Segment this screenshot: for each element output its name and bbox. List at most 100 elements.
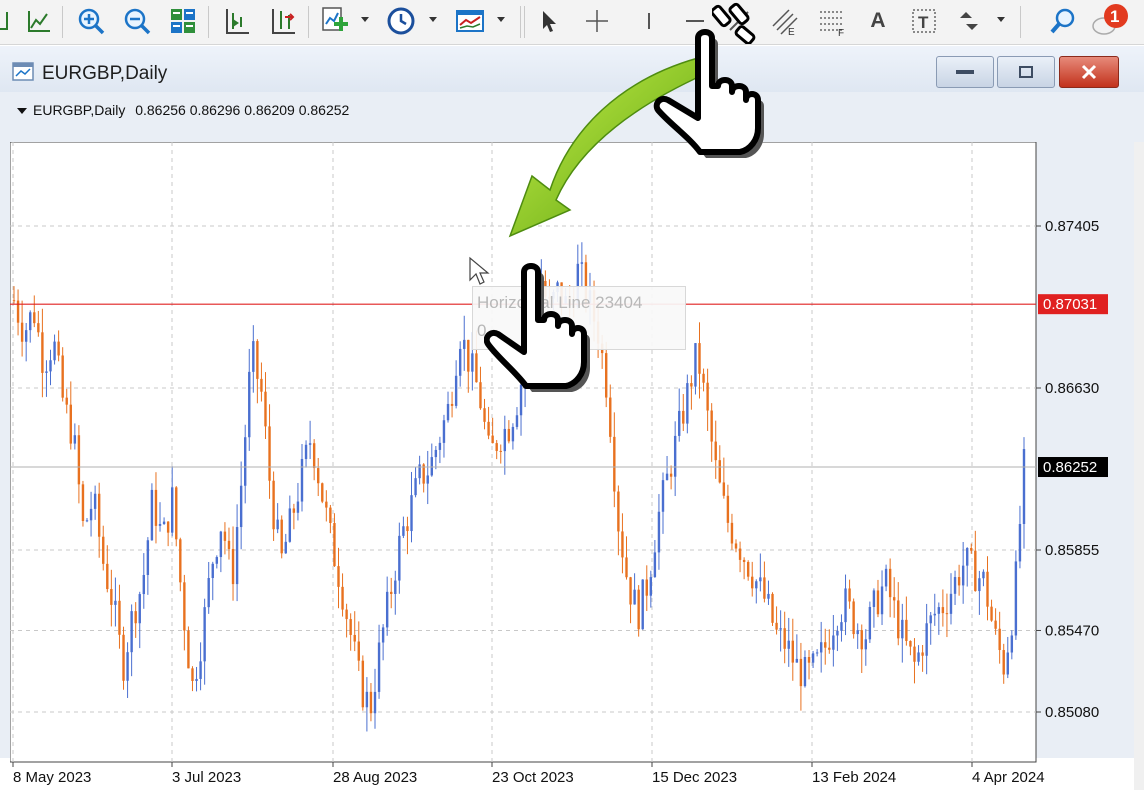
candle-body (682, 410, 685, 424)
candle-body (929, 615, 932, 624)
candle-body (755, 581, 758, 589)
candle-body (57, 341, 60, 356)
candle-body (471, 353, 474, 372)
candle-body (880, 586, 884, 615)
candle-body (215, 557, 219, 564)
candle-body (832, 635, 835, 650)
candle-body (438, 442, 442, 450)
candle-body (706, 382, 709, 411)
candle-body (61, 355, 64, 398)
candle-body (840, 622, 843, 631)
candle-body (961, 565, 965, 586)
candle-body (85, 520, 89, 522)
chart-symbol: EURGBP,Daily (33, 102, 126, 118)
candle-body (227, 540, 231, 549)
candle-body (933, 613, 936, 616)
candle-body (81, 484, 85, 521)
candle-body (811, 653, 815, 663)
candle-body (248, 371, 251, 438)
candle-body (239, 485, 243, 528)
text-icon[interactable]: A (861, 4, 895, 38)
mouse-cursor-icon (469, 256, 490, 285)
templates-icon[interactable] (453, 4, 487, 38)
candle-body (77, 435, 81, 485)
close-button[interactable] (1059, 56, 1119, 88)
candle-body (402, 526, 405, 536)
zoom-out-icon[interactable] (120, 4, 154, 38)
candle-body (629, 577, 632, 605)
candle-body (897, 600, 900, 639)
candle-body (357, 641, 360, 661)
candle-body (970, 548, 973, 551)
candle-body (767, 593, 770, 599)
chart-shift-icon[interactable] (220, 4, 254, 38)
candle-body (901, 619, 904, 639)
candle-body (978, 578, 981, 592)
chart-window-icon (12, 62, 34, 87)
candle-body (345, 609, 348, 620)
candle-body (203, 607, 206, 662)
tile-windows-icon[interactable] (166, 4, 200, 38)
crosshair-icon[interactable] (580, 4, 614, 38)
candle-body (507, 428, 511, 442)
line-chart-icon[interactable] (22, 4, 56, 38)
candle-body (93, 493, 97, 509)
candle-body (487, 421, 490, 436)
equidistant-channel-icon[interactable]: E (768, 4, 802, 38)
candle-body (982, 571, 985, 579)
cursor-icon[interactable] (532, 4, 566, 38)
candle-body (710, 410, 713, 442)
candle-body (442, 420, 446, 443)
candle-body (467, 339, 470, 372)
candle-body (718, 460, 721, 483)
vertical-scrollbar[interactable] (1134, 142, 1144, 790)
notifications-icon[interactable]: 1 (1092, 4, 1128, 38)
candle-body (1006, 652, 1009, 675)
toolbar: E F A T 1 (0, 0, 1144, 45)
candle-body (268, 426, 271, 481)
candle-body (33, 312, 36, 324)
arrows-icon[interactable] (952, 4, 986, 38)
candle-body (304, 444, 308, 460)
candle-body (458, 348, 462, 376)
zoom-in-icon[interactable] (74, 4, 108, 38)
svg-text:F: F (838, 28, 844, 36)
minimize-button[interactable] (936, 56, 994, 88)
maximize-button[interactable] (997, 56, 1055, 88)
candle-body (24, 330, 28, 342)
candle-body (884, 568, 888, 587)
candle-body (499, 450, 502, 452)
candle-body (231, 548, 235, 585)
new-indicator-icon[interactable] (318, 4, 352, 38)
autoscroll-icon[interactable] (266, 4, 300, 38)
fibonacci-icon[interactable]: F (815, 4, 849, 38)
line-chart-icon[interactable] (0, 4, 16, 38)
candle-body (53, 341, 56, 361)
candle-body (199, 661, 202, 679)
candle-body (617, 491, 620, 532)
candle-body (738, 548, 742, 560)
candle-body (621, 531, 624, 558)
x-tick-label: 23 Oct 2023 (492, 769, 574, 786)
candle-body (329, 507, 332, 524)
candle-body (312, 443, 316, 469)
text-label-icon[interactable]: T (907, 4, 941, 38)
candle-body (815, 652, 819, 654)
candle-body (941, 607, 945, 614)
candle-body (170, 487, 174, 533)
search-icon[interactable] (1047, 4, 1081, 38)
candle-body (678, 410, 681, 436)
candle-body (686, 383, 689, 424)
periods-clock-icon[interactable] (384, 4, 418, 38)
candle-body (414, 478, 417, 496)
candle-body (361, 660, 365, 708)
candle-body (337, 566, 340, 587)
candle-body (836, 630, 839, 636)
candle-body (394, 580, 397, 595)
collapse-triangle-icon[interactable] (17, 108, 27, 115)
x-tick-label: 28 Aug 2023 (333, 769, 417, 786)
candle-body (158, 523, 162, 526)
candle-body (244, 437, 247, 486)
candle-body (321, 483, 324, 502)
candle-body (966, 548, 969, 566)
